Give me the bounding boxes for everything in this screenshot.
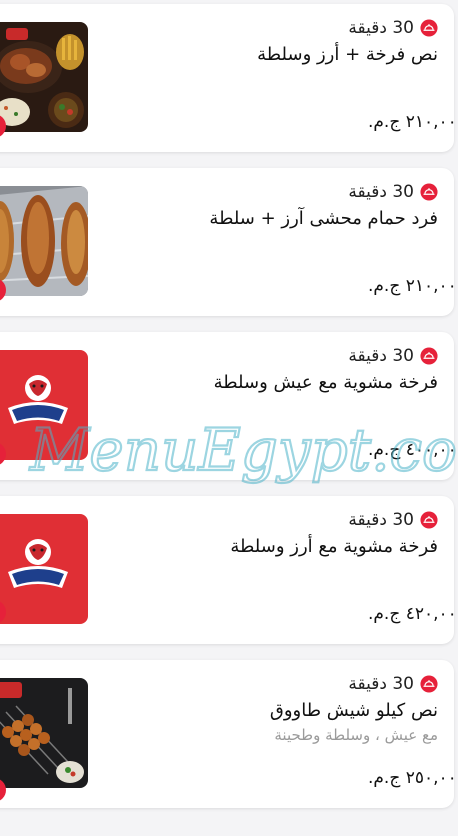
prep-time: 30 دقيقة — [348, 18, 438, 38]
item-title: فرد حمام محشى آرز + سلطة — [209, 208, 438, 229]
item-price: ٢١٠,٠٠ ج.م. — [368, 112, 454, 132]
prep-time: 30 دقيقة — [348, 674, 438, 694]
prep-time-label: 30 دقيقة — [348, 674, 414, 694]
shish-tawook-photo — [0, 678, 88, 788]
item-price: ٢١٠,٠٠ ج.م. — [368, 276, 454, 296]
item-title: فرخة مشوية مع أرز وسلطة — [230, 536, 438, 557]
refaey-logo — [0, 350, 88, 460]
menu-items-list: 30 دقيقة نص فرخة + أرز وسلطة ٢١٠,٠٠ ج.م. — [0, 0, 458, 836]
item-price: ٤٠٠,٠٠ ج.م. — [368, 440, 454, 460]
food-cloche-icon — [420, 347, 438, 365]
prep-time: 30 دقيقة — [348, 182, 438, 202]
menu-item-card[interactable]: 30 دقيقة فرد حمام محشى آرز + سلطة ٢١٠,٠٠… — [0, 168, 454, 316]
item-price: ٤٢٠,٠٠ ج.م. — [368, 604, 454, 624]
food-cloche-icon — [420, 19, 438, 37]
item-price: ٢٥٠,٠٠ ج.م. — [368, 768, 454, 788]
grilled-chicken-rice-photo — [0, 22, 88, 132]
prep-time-label: 30 دقيقة — [348, 346, 414, 366]
item-title: فرخة مشوية مع عيش وسلطة — [213, 372, 438, 393]
refaey-logo — [0, 514, 88, 624]
food-cloche-icon — [420, 183, 438, 201]
prep-time-label: 30 دقيقة — [348, 182, 414, 202]
prep-time: 30 دقيقة — [348, 346, 438, 366]
item-title: نص كيلو شيش طاووق — [269, 700, 438, 721]
food-cloche-icon — [420, 511, 438, 529]
menu-item-card[interactable]: 30 دقيقة فرخة مشوية مع أرز وسلطة ٤٢٠,٠٠ … — [0, 496, 454, 644]
food-cloche-icon — [420, 675, 438, 693]
stuffed-pigeon-photo — [0, 186, 88, 296]
menu-item-card[interactable]: 30 دقيقة نص كيلو شيش طاووق مع عيش ، وسلط… — [0, 660, 454, 808]
item-description: مع عيش ، وسلطة وطحينة — [274, 726, 438, 744]
prep-time-label: 30 دقيقة — [348, 510, 414, 530]
menu-item-card[interactable]: 30 دقيقة نص فرخة + أرز وسلطة ٢١٠,٠٠ ج.م. — [0, 4, 454, 152]
prep-time-label: 30 دقيقة — [348, 18, 414, 38]
menu-item-card[interactable]: 30 دقيقة فرخة مشوية مع عيش وسلطة ٤٠٠,٠٠ … — [0, 332, 454, 480]
item-title: نص فرخة + أرز وسلطة — [257, 44, 438, 65]
prep-time: 30 دقيقة — [348, 510, 438, 530]
